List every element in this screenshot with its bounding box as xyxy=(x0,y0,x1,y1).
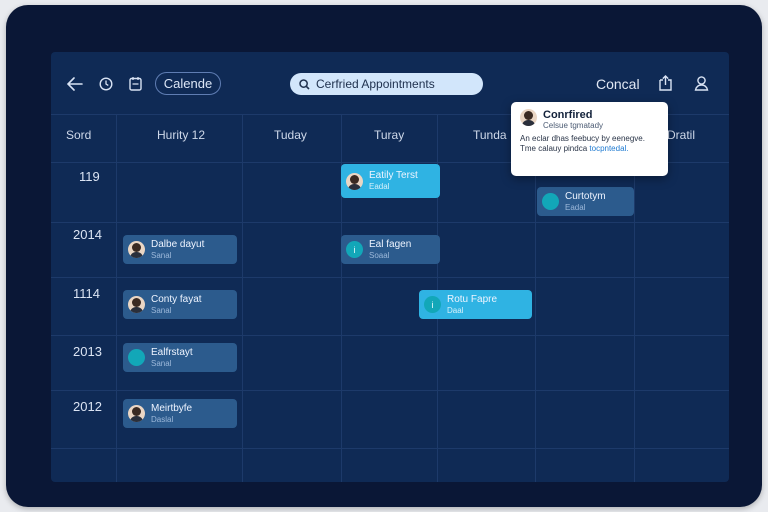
event-subtitle: Sanal xyxy=(151,305,172,315)
event-title: Dalbe dayut xyxy=(151,238,205,250)
appointment-event[interactable]: Ealfrstayt Sanal xyxy=(123,343,237,372)
popover-title: Conrfired xyxy=(543,109,593,121)
popover-subtitle: Celsue tgmatady xyxy=(543,121,604,130)
info-icon: i xyxy=(431,299,434,310)
event-title: Conty fayat xyxy=(151,293,202,305)
appointment-event[interactable]: Meirtbyfe Daslal xyxy=(123,399,237,428)
row-label: 2014 xyxy=(73,227,102,242)
search-value: Cerfried Appointments xyxy=(316,77,435,91)
event-title: Curtotym xyxy=(565,190,606,202)
row-label: 1114 xyxy=(73,286,100,301)
appointment-event[interactable]: i Rotu Fapre Daal xyxy=(419,290,532,319)
appointment-event[interactable]: Conty fayat Sanal xyxy=(123,290,237,319)
event-title: Eatily Terst xyxy=(369,170,418,181)
event-subtitle: Eadal xyxy=(369,182,390,191)
row-label: 119 xyxy=(79,169,100,184)
avatar xyxy=(128,405,145,422)
calendar-screen: Calende Cerfried Appointments Concal Sor… xyxy=(51,52,729,482)
clock-icon xyxy=(99,77,113,91)
search-icon xyxy=(299,78,310,90)
event-subtitle: Daslal xyxy=(151,414,174,424)
calendar-button[interactable] xyxy=(127,75,143,92)
avatar xyxy=(128,241,145,258)
avatar xyxy=(346,172,363,190)
event-title: Meirtbyfe xyxy=(151,402,193,414)
device-frame: Calende Cerfried Appointments Concal Sor… xyxy=(6,5,762,507)
back-button[interactable] xyxy=(65,75,85,93)
search-input[interactable]: Cerfried Appointments xyxy=(290,73,483,95)
appointment-event[interactable]: Curtotym Eadal xyxy=(537,187,634,216)
avatar xyxy=(542,193,559,210)
appointment-event[interactable]: Dalbe dayut Sanal xyxy=(123,235,237,264)
arrow-left-icon xyxy=(67,77,83,91)
column-header[interactable]: Tuday xyxy=(274,128,307,142)
event-title: Eal fagen xyxy=(369,238,412,250)
share-button[interactable] xyxy=(657,74,673,92)
event-subtitle: Daal xyxy=(447,305,464,315)
column-header[interactable]: Dratil xyxy=(667,128,695,142)
info-icon: i xyxy=(353,244,356,255)
clock-button[interactable] xyxy=(98,76,114,92)
column-header[interactable]: Turay xyxy=(374,128,404,142)
corner-header: Sord xyxy=(66,128,92,142)
view-toggle-button[interactable]: Calende xyxy=(155,72,221,95)
event-subtitle: Eadal xyxy=(565,202,586,212)
row-label: 2012 xyxy=(73,399,102,414)
appointment-event[interactable]: Eatily Terst Eadal xyxy=(341,164,440,198)
event-title: Ealfrstayt xyxy=(151,346,193,358)
appointment-event[interactable]: i Eal fagen Soaal xyxy=(341,235,440,264)
column-header[interactable]: Tunda xyxy=(473,128,507,142)
popover-body: An eclar dhas feebucy by eenegve. Tme ca… xyxy=(520,134,659,154)
row-label: 2013 xyxy=(73,344,102,359)
avatar xyxy=(128,349,145,366)
event-subtitle: Sanal xyxy=(151,358,172,368)
share-icon xyxy=(658,75,672,91)
avatar: i xyxy=(346,241,363,258)
popover-link[interactable]: tocpntedal. xyxy=(589,144,628,153)
avatar xyxy=(128,296,145,313)
avatar xyxy=(520,109,537,126)
cancel-button[interactable]: Concal xyxy=(596,76,640,92)
calendar-icon xyxy=(128,77,142,91)
event-subtitle: Soaal xyxy=(369,250,390,260)
avatar: i xyxy=(424,296,441,313)
profile-icon xyxy=(694,76,708,91)
column-header[interactable]: Hurity 12 xyxy=(157,128,205,142)
event-title: Rotu Fapre xyxy=(447,293,498,305)
confirmed-popover[interactable]: Conrfired Celsue tgmatady An eclar dhas … xyxy=(511,102,668,176)
event-subtitle: Sanal xyxy=(151,250,172,260)
profile-button[interactable] xyxy=(693,74,709,92)
